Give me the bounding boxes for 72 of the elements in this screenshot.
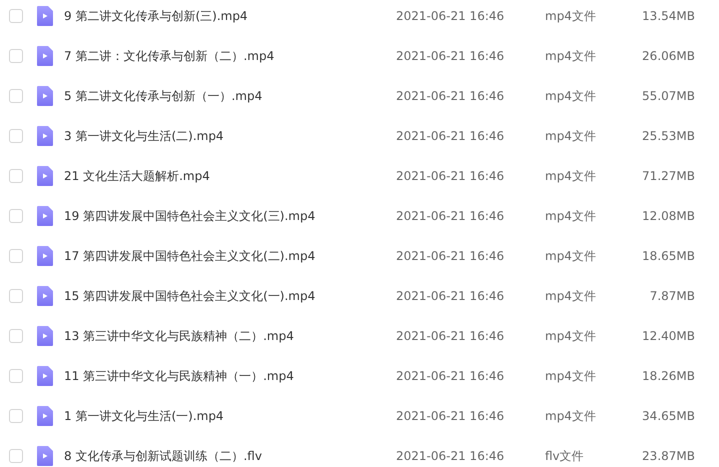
video-file-icon (37, 326, 53, 346)
file-type: mp4文件 (545, 368, 597, 384)
file-name[interactable]: 19 第四讲发展中国特色社会主义文化(三).mp4 (64, 208, 396, 224)
modified-date: 2021-06-21 16:46 (396, 449, 506, 463)
modified-date: 2021-06-21 16:46 (396, 249, 506, 263)
file-size: 18.65MB (641, 249, 695, 263)
modified-date: 2021-06-21 16:46 (396, 409, 506, 423)
checkbox[interactable] (9, 329, 23, 343)
video-file-icon (37, 246, 53, 266)
file-size: 26.06MB (641, 49, 695, 63)
file-type: flv文件 (545, 448, 585, 464)
video-file-icon (37, 206, 53, 226)
checkbox[interactable] (9, 369, 23, 383)
checkbox[interactable] (9, 289, 23, 303)
file-size: 55.07MB (641, 89, 695, 103)
file-size: 18.26MB (641, 369, 695, 383)
file-name[interactable]: 17 第四讲发展中国特色社会主义文化(二).mp4 (64, 248, 396, 264)
checkbox[interactable] (9, 89, 23, 103)
file-name[interactable]: 9 第二讲文化传承与创新(三).mp4 (64, 8, 396, 24)
file-name[interactable]: 1 第一讲文化与生活(一).mp4 (64, 408, 396, 424)
video-file-icon (37, 166, 53, 186)
video-file-icon (37, 6, 53, 26)
modified-date: 2021-06-21 16:46 (396, 169, 506, 183)
checkbox[interactable] (9, 9, 23, 23)
file-name[interactable]: 13 第三讲中华文化与民族精神（二）.mp4 (64, 328, 396, 344)
file-name[interactable]: 7 第二讲：文化传承与创新（二）.mp4 (64, 48, 396, 64)
checkbox[interactable] (9, 449, 23, 463)
file-name[interactable]: 8 文化传承与创新试题训练（二）.flv (64, 448, 396, 464)
file-type: mp4文件 (545, 48, 597, 64)
file-size: 34.65MB (641, 409, 695, 423)
modified-date: 2021-06-21 16:46 (396, 289, 506, 303)
file-type: mp4文件 (545, 248, 597, 264)
file-type: mp4文件 (545, 8, 597, 24)
modified-date: 2021-06-21 16:46 (396, 329, 506, 343)
checkbox[interactable] (9, 409, 23, 423)
video-file-icon (37, 446, 53, 466)
file-type: mp4文件 (545, 168, 597, 184)
file-size: 7.87MB (648, 289, 695, 303)
file-size: 12.08MB (641, 209, 695, 223)
file-name[interactable]: 11 第三讲中华文化与民族精神（一）.mp4 (64, 368, 396, 384)
file-type: mp4文件 (545, 88, 597, 104)
modified-date: 2021-06-21 16:46 (396, 89, 506, 103)
file-size: 71.27MB (641, 169, 695, 183)
modified-date: 2021-06-21 16:46 (396, 49, 506, 63)
video-file-icon (37, 86, 53, 106)
video-file-icon (37, 366, 53, 386)
modified-date: 2021-06-21 16:46 (396, 369, 506, 383)
modified-date: 2021-06-21 16:46 (396, 209, 506, 223)
file-name[interactable]: 5 第二讲文化传承与创新（一）.mp4 (64, 88, 396, 104)
file-size: 23.87MB (641, 449, 695, 463)
file-size: 25.53MB (641, 129, 695, 143)
video-file-icon (37, 406, 53, 426)
video-file-icon (37, 286, 53, 306)
file-type: mp4文件 (545, 408, 597, 424)
checkbox[interactable] (9, 209, 23, 223)
modified-date: 2021-06-21 16:46 (396, 9, 506, 23)
file-name[interactable]: 15 第四讲发展中国特色社会主义文化(一).mp4 (64, 288, 396, 304)
file-size: 13.54MB (641, 9, 695, 23)
modified-date: 2021-06-21 16:46 (396, 129, 506, 143)
video-file-icon (37, 126, 53, 146)
file-size: 12.40MB (641, 329, 695, 343)
video-file-icon (37, 46, 53, 66)
file-type: mp4文件 (545, 288, 597, 304)
file-name[interactable]: 3 第一讲文化与生活(二).mp4 (64, 128, 396, 144)
file-name[interactable]: 21 文化生活大题解析.mp4 (64, 168, 396, 184)
checkbox[interactable] (9, 129, 23, 143)
file-type: mp4文件 (545, 328, 597, 344)
checkbox[interactable] (9, 169, 23, 183)
checkbox[interactable] (9, 249, 23, 263)
file-type: mp4文件 (545, 208, 597, 224)
file-type: mp4文件 (545, 128, 597, 144)
checkbox[interactable] (9, 49, 23, 63)
